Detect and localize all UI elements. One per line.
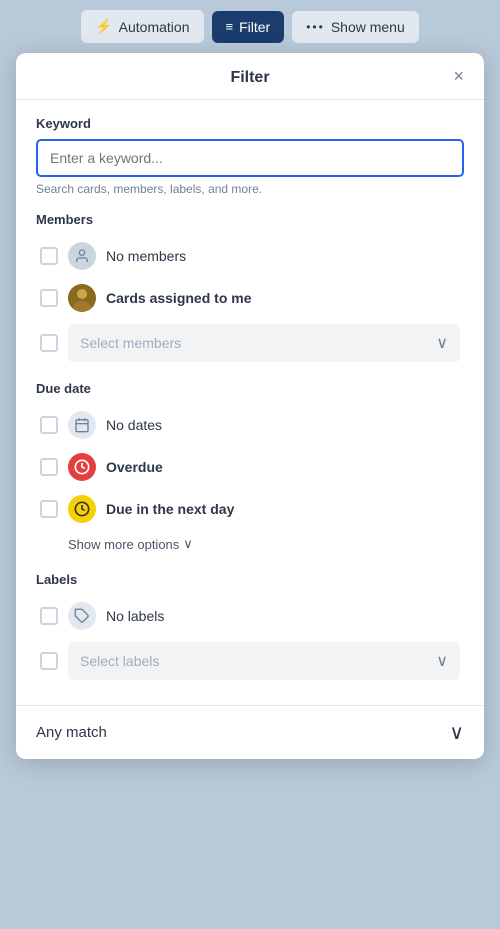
close-button[interactable]: × [447, 65, 470, 87]
no-members-icon [68, 242, 96, 270]
no-labels-label: No labels [106, 608, 164, 624]
any-match-chevron-icon: ∨ [449, 720, 464, 745]
due-date-section-title: Due date [36, 381, 464, 396]
overdue-row: Overdue [36, 446, 464, 488]
user-avatar [68, 284, 96, 312]
show-more-label: Show more options [68, 537, 179, 552]
assigned-to-me-row: Cards assigned to me [36, 277, 464, 319]
overdue-checkbox[interactable] [40, 458, 58, 476]
no-dates-label: No dates [106, 417, 162, 433]
any-match-label: Any match [36, 724, 107, 741]
filter-label: Filter [239, 19, 270, 35]
filter-button[interactable]: ≡ Filter [212, 11, 285, 43]
keyword-hint: Search cards, members, labels, and more. [36, 182, 464, 196]
show-menu-label: Show menu [331, 19, 405, 35]
any-match-footer: Any match ∨ [16, 705, 484, 759]
members-section-title: Members [36, 212, 464, 227]
toolbar: ⚡ Automation ≡ Filter ••• Show menu [0, 0, 500, 53]
select-members-row: Select members ∨ [36, 319, 464, 367]
filter-lines-icon: ≡ [226, 19, 234, 34]
filter-header: Filter × [16, 53, 484, 100]
no-labels-checkbox[interactable] [40, 607, 58, 625]
keyword-input[interactable] [36, 139, 464, 177]
no-dates-row: No dates [36, 404, 464, 446]
no-members-label: No members [106, 248, 186, 264]
keyword-section-label: Keyword [36, 116, 464, 131]
members-section: Members No members [36, 212, 464, 367]
select-members-dropdown[interactable]: Select members ∨ [68, 324, 460, 362]
automation-label: Automation [119, 19, 190, 35]
no-labels-icon [68, 602, 96, 630]
no-dates-icon [68, 411, 96, 439]
assigned-to-me-checkbox[interactable] [40, 289, 58, 307]
no-labels-row: No labels [36, 595, 464, 637]
labels-section: Labels No labels Select labels ∨ [36, 572, 464, 685]
members-chevron-icon: ∨ [436, 333, 448, 353]
lightning-icon: ⚡ [95, 18, 112, 35]
keyword-section: Keyword Search cards, members, labels, a… [36, 116, 464, 196]
overdue-label: Overdue [106, 459, 163, 475]
filter-body: Keyword Search cards, members, labels, a… [16, 100, 484, 705]
overdue-icon [68, 453, 96, 481]
select-members-label: Select members [80, 335, 181, 351]
dots-icon: ••• [306, 20, 325, 34]
assigned-to-me-label: Cards assigned to me [106, 290, 252, 306]
next-day-checkbox[interactable] [40, 500, 58, 518]
no-dates-checkbox[interactable] [40, 416, 58, 434]
next-day-icon [68, 495, 96, 523]
next-day-row: Due in the next day [36, 488, 464, 530]
no-members-checkbox[interactable] [40, 247, 58, 265]
select-labels-dropdown[interactable]: Select labels ∨ [68, 642, 460, 680]
due-date-section: Due date No dates [36, 381, 464, 558]
select-labels-label: Select labels [80, 653, 159, 669]
show-more-options-button[interactable]: Show more options ∨ [36, 530, 197, 558]
filter-title: Filter [230, 69, 269, 87]
show-more-chevron-icon: ∨ [183, 536, 193, 552]
automation-button[interactable]: ⚡ Automation [81, 10, 203, 43]
filter-panel: Filter × Keyword Search cards, members, … [16, 53, 484, 759]
show-menu-button[interactable]: ••• Show menu [292, 11, 419, 43]
labels-section-title: Labels [36, 572, 464, 587]
select-labels-row: Select labels ∨ [36, 637, 464, 685]
labels-chevron-icon: ∨ [436, 651, 448, 671]
select-members-checkbox[interactable] [40, 334, 58, 352]
select-labels-checkbox[interactable] [40, 652, 58, 670]
no-members-row: No members [36, 235, 464, 277]
next-day-label: Due in the next day [106, 501, 234, 517]
